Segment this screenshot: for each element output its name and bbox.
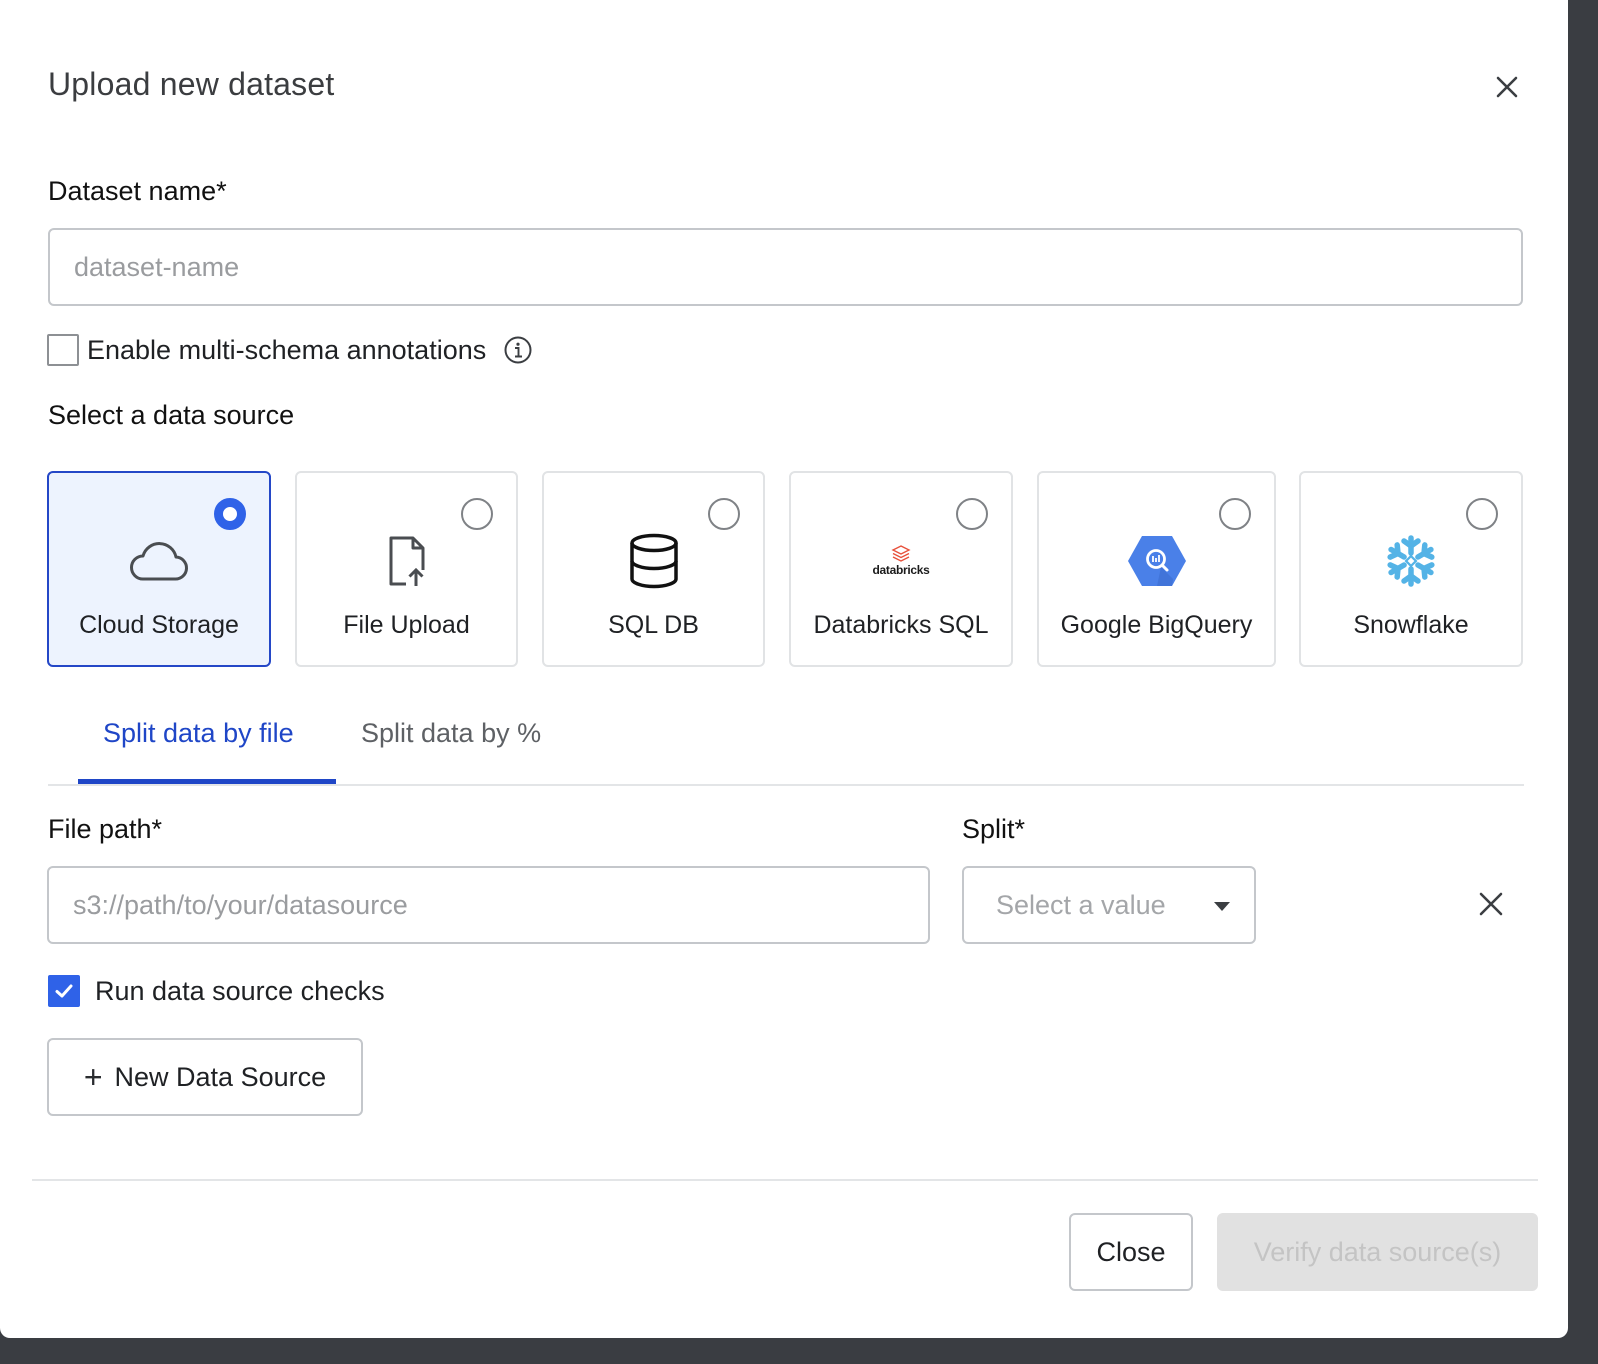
- active-tab-indicator: [78, 779, 336, 784]
- run-checks-checkbox[interactable]: [48, 975, 80, 1007]
- snowflake-logo: [1376, 531, 1446, 591]
- dataset-name-input[interactable]: [48, 228, 1523, 306]
- chevron-down-icon: [1214, 902, 1230, 911]
- file-upload-icon: [372, 531, 442, 591]
- tab-split-by-percent[interactable]: Split data by %: [361, 718, 541, 775]
- source-radio-snowflake[interactable]: [1466, 498, 1498, 530]
- source-card-file-upload[interactable]: File Upload: [295, 471, 518, 667]
- source-radio-databricks-sql[interactable]: [956, 498, 988, 530]
- footer-divider: [32, 1179, 1538, 1181]
- multi-schema-checkbox[interactable]: [47, 334, 79, 366]
- remove-row-icon[interactable]: [1478, 891, 1504, 917]
- source-label: File Upload: [343, 611, 470, 639]
- databricks-wordmark: databricks: [872, 563, 930, 577]
- source-label: Google BigQuery: [1060, 611, 1253, 639]
- source-card-databricks-sql[interactable]: databricks Databricks SQL: [789, 471, 1013, 667]
- info-icon[interactable]: [504, 336, 532, 364]
- new-data-source-button[interactable]: + New Data Source: [47, 1038, 363, 1116]
- multi-schema-label: Enable multi-schema annotations: [87, 334, 487, 365]
- database-icon: [619, 531, 689, 591]
- close-dialog-button[interactable]: [1492, 72, 1522, 102]
- dialog-title: Upload new dataset: [48, 66, 335, 102]
- source-card-google-bigquery[interactable]: Google BigQuery: [1037, 471, 1276, 667]
- source-label: Databricks SQL: [813, 611, 989, 639]
- source-radio-sql-db[interactable]: [708, 498, 740, 530]
- close-button[interactable]: Close: [1069, 1213, 1193, 1291]
- verify-data-sources-button[interactable]: Verify data source(s): [1217, 1213, 1538, 1291]
- databricks-logo: databricks: [866, 531, 936, 591]
- split-tabs: Split data by file Split data by %: [48, 700, 1524, 786]
- split-label: Split*: [962, 814, 1026, 844]
- split-select[interactable]: Select a value: [962, 866, 1256, 944]
- source-radio-cloud-storage[interactable]: [214, 498, 246, 530]
- run-checks-row: Run data source checks: [48, 975, 385, 1007]
- tab-split-by-file[interactable]: Split data by file: [103, 718, 294, 775]
- bigquery-logo: [1122, 531, 1192, 591]
- split-select-placeholder: Select a value: [996, 890, 1166, 920]
- plus-icon: +: [83, 1058, 103, 1095]
- source-card-snowflake[interactable]: Snowflake: [1299, 471, 1523, 667]
- cloud-icon: [124, 531, 194, 591]
- upload-dataset-dialog: Upload new dataset Dataset name* Enable …: [0, 0, 1568, 1338]
- run-checks-label: Run data source checks: [95, 975, 385, 1006]
- source-label: SQL DB: [608, 611, 699, 639]
- file-path-label: File path*: [48, 814, 163, 844]
- checkmark-icon: [55, 984, 73, 998]
- close-icon: [1496, 76, 1518, 98]
- source-label: Snowflake: [1353, 611, 1469, 639]
- dataset-name-label: Dataset name*: [48, 176, 227, 206]
- source-card-sql-db[interactable]: SQL DB: [542, 471, 765, 667]
- source-card-cloud-storage[interactable]: Cloud Storage: [47, 471, 271, 667]
- new-data-source-label: New Data Source: [114, 1061, 327, 1092]
- source-label: Cloud Storage: [79, 611, 239, 639]
- source-radio-file-upload[interactable]: [461, 498, 493, 530]
- file-path-input[interactable]: [47, 866, 930, 944]
- multi-schema-row: Enable multi-schema annotations: [47, 334, 532, 366]
- source-radio-google-bigquery[interactable]: [1219, 498, 1251, 530]
- data-source-heading: Select a data source: [48, 400, 295, 430]
